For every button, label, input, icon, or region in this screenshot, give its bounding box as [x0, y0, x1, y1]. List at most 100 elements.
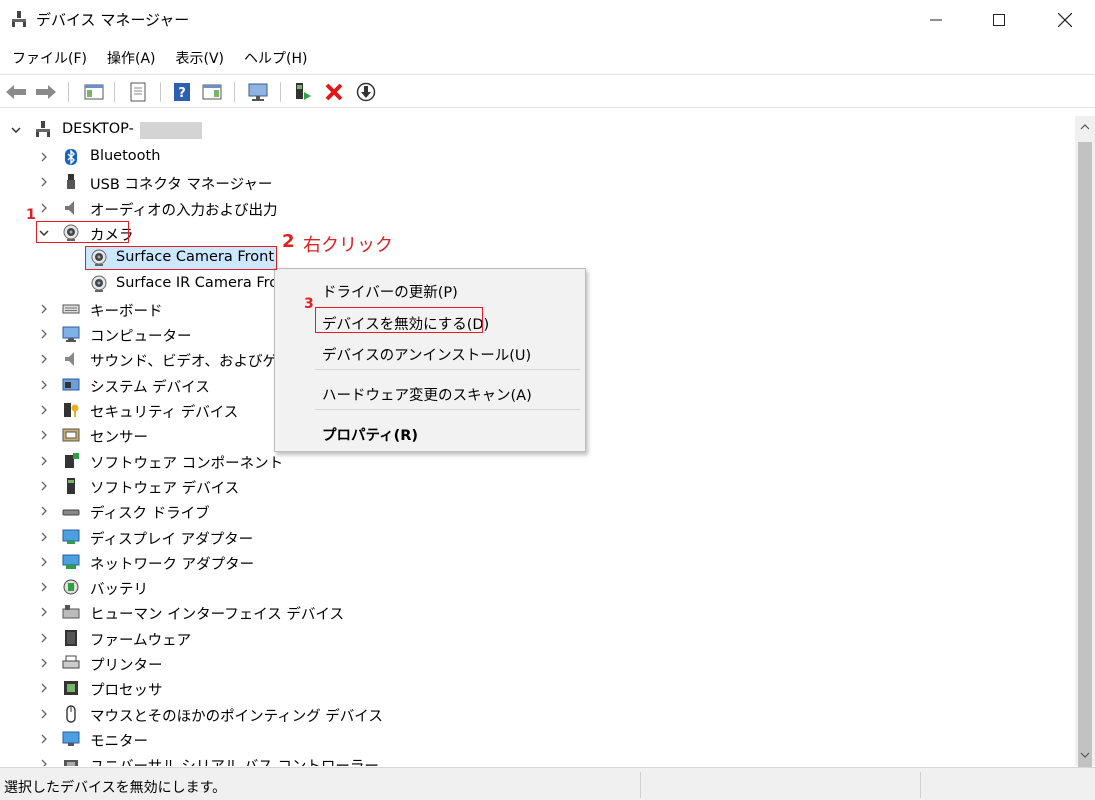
annotation-step-1: 1: [26, 207, 36, 223]
category-item-label[interactable]: Bluetooth: [90, 148, 160, 164]
firmware-icon: [65, 629, 77, 646]
sound-icon: [65, 352, 74, 367]
maximize-icon: [993, 14, 1005, 26]
maximize-button[interactable]: [970, 0, 1028, 40]
expand-chevron-icon[interactable]: [38, 758, 50, 766]
menu-file[interactable]: ファイル(F): [0, 44, 95, 72]
chevron-down-icon: [1080, 752, 1090, 758]
expand-chevron-icon[interactable]: [38, 505, 50, 517]
window-title: デバイス マネージャー: [36, 11, 190, 29]
scroll-up-button[interactable]: [1075, 116, 1095, 138]
expand-chevron-icon[interactable]: [38, 151, 50, 163]
software-component-icon: [65, 452, 79, 468]
expand-chevron-icon[interactable]: [38, 404, 50, 416]
back-arrow-icon: [6, 85, 26, 99]
monitor-icon: [62, 731, 80, 746]
category-item-label[interactable]: ヒューマン インターフェイス デバイス: [90, 603, 344, 624]
expand-chevron-icon[interactable]: [38, 480, 50, 492]
usb-controller-icon: [64, 760, 78, 766]
expand-chevron-icon[interactable]: [38, 682, 50, 694]
root-collapse-chevron-icon[interactable]: [10, 124, 22, 136]
context-menu-uninstall-device[interactable]: デバイスのアンインストール(U): [322, 344, 531, 365]
usb-connector-icon: [67, 174, 75, 190]
expand-chevron-icon[interactable]: [38, 531, 50, 543]
menu-bar: ファイル(F) 操作(A) 表示(V) ヘルプ(H): [0, 44, 315, 72]
expand-chevron-icon[interactable]: [38, 556, 50, 568]
menu-action[interactable]: 操作(A): [95, 44, 164, 72]
device-item-label[interactable]: Surface IR Camera Fro: [116, 275, 278, 291]
uninstall-button[interactable]: [322, 80, 346, 104]
scroll-thumb[interactable]: [1078, 142, 1092, 774]
category-item-label[interactable]: コンピューター: [90, 325, 192, 346]
category-item-label[interactable]: プロセッサ: [90, 679, 163, 700]
expand-chevron-icon[interactable]: [38, 379, 50, 391]
scroll-down-button[interactable]: [1075, 744, 1095, 766]
bluetooth-icon: [65, 149, 77, 165]
annotation-step-2: 2: [282, 231, 295, 252]
menu-help[interactable]: ヘルプ(H): [232, 44, 315, 72]
category-item-label[interactable]: プリンター: [90, 654, 163, 675]
status-text: 選択したデバイスを無効にします。: [4, 780, 227, 796]
back-button[interactable]: [4, 80, 28, 104]
category-item-label[interactable]: キーボード: [90, 300, 163, 321]
category-item-label[interactable]: マウスとそのほかのポインティング デバイス: [90, 705, 383, 726]
menu-view[interactable]: 表示(V): [164, 44, 233, 72]
expand-chevron-icon[interactable]: [38, 733, 50, 745]
category-item-label[interactable]: ソフトウェア デバイス: [90, 477, 239, 498]
category-item-label[interactable]: ソフトウェア コンポーネント: [90, 452, 283, 473]
context-menu-properties[interactable]: プロパティ(R): [322, 424, 418, 445]
expand-chevron-icon[interactable]: [38, 202, 50, 214]
action-pane-icon: [202, 84, 222, 100]
close-icon: [1058, 13, 1072, 27]
category-item-label[interactable]: ディスク ドライブ: [90, 502, 210, 523]
category-item-label[interactable]: ファームウェア: [90, 629, 191, 650]
chevron-up-icon: [1080, 124, 1090, 130]
close-button[interactable]: [1036, 0, 1094, 40]
category-item-label[interactable]: センサー: [90, 426, 148, 447]
category-item-label[interactable]: オーディオの入力および出力: [90, 199, 277, 220]
printer-icon: [62, 655, 80, 669]
category-item-label[interactable]: システム デバイス: [90, 376, 210, 397]
sensor-icon: [62, 428, 80, 442]
annotation-right-click: 右クリック: [303, 235, 393, 256]
context-menu-scan-hardware[interactable]: ハードウェア変更のスキャン(A): [322, 384, 532, 405]
help-button[interactable]: ?: [170, 80, 194, 104]
category-item-label[interactable]: バッテリ: [90, 578, 148, 599]
disable-device-button[interactable]: [354, 80, 378, 104]
redacted-computer-name: [140, 122, 202, 139]
expand-chevron-icon[interactable]: [38, 429, 50, 441]
update-driver-button[interactable]: [290, 80, 314, 104]
expand-chevron-icon[interactable]: [38, 353, 50, 365]
expand-chevron-icon[interactable]: [38, 708, 50, 720]
category-item-label[interactable]: モニター: [90, 730, 148, 751]
vertical-scrollbar[interactable]: [1075, 116, 1095, 774]
context-menu-update-driver[interactable]: ドライバーの更新(P): [322, 281, 458, 302]
expand-chevron-icon[interactable]: [38, 176, 50, 188]
action-pane-button[interactable]: [200, 80, 224, 104]
minimize-button[interactable]: [907, 0, 965, 40]
category-item-label[interactable]: USB コネクタ マネージャー: [90, 173, 272, 194]
scan-hardware-button[interactable]: [246, 80, 270, 104]
camera-icon: [91, 275, 107, 292]
tree-root-label[interactable]: DESKTOP-: [62, 121, 134, 137]
category-item-label[interactable]: ネットワーク アダプター: [90, 553, 254, 574]
console-tree-button[interactable]: [82, 80, 106, 104]
expand-chevron-icon[interactable]: [38, 303, 50, 315]
forward-button[interactable]: [34, 80, 58, 104]
expand-chevron-icon[interactable]: [38, 632, 50, 644]
category-item-label[interactable]: ユニバーサル シリアル バス コントローラー: [90, 755, 379, 766]
expand-chevron-icon[interactable]: [38, 455, 50, 467]
disable-device-icon: [356, 82, 376, 102]
help-icon: ?: [174, 83, 190, 101]
highlight-surface-camera-front: [85, 246, 277, 270]
category-item-label[interactable]: セキュリティ デバイス: [90, 401, 238, 422]
keyboard-icon: [62, 304, 80, 314]
category-item-label[interactable]: ディスプレイ アダプター: [90, 528, 253, 549]
expand-chevron-icon[interactable]: [38, 606, 50, 618]
show-hide-console-tree-icon: [84, 84, 104, 100]
expand-chevron-icon[interactable]: [38, 581, 50, 593]
properties-button[interactable]: [126, 80, 150, 104]
expand-chevron-icon[interactable]: [38, 657, 50, 669]
expand-chevron-icon[interactable]: [38, 328, 50, 340]
software-device-icon: [67, 477, 75, 494]
